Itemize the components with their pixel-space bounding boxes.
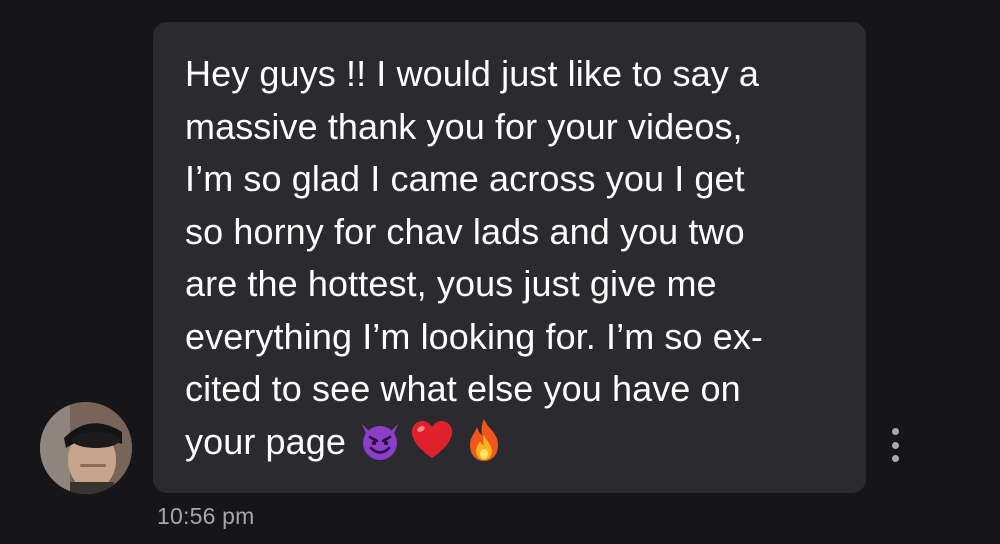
message-line: so horny for chav lads and you two <box>185 210 745 252</box>
message-text: Hey guys !! I would just like to say a m… <box>185 48 836 477</box>
more-vertical-icon <box>891 455 899 462</box>
more-vertical-icon <box>891 441 899 449</box>
avatar[interactable] <box>40 402 132 494</box>
message-line: I’m so glad I came across you I get <box>185 158 745 199</box>
message-line: Hey guys !! I would just like to say a <box>185 53 760 94</box>
smiling-devil-icon <box>358 418 402 477</box>
more-options-button[interactable] <box>884 428 906 462</box>
message-line: are the hottest, yous just give me <box>185 263 717 304</box>
red-heart-icon <box>410 418 454 477</box>
fire-icon <box>462 417 506 478</box>
message-line: cited to see what else you have on <box>185 368 741 409</box>
avatar-photo <box>40 402 132 494</box>
message-line: everything I’m looking for. I’m so ex- <box>185 315 764 357</box>
message-line: your page <box>185 420 347 462</box>
chat-screen: Hey guys !! I would just like to say a m… <box>0 0 1000 544</box>
message-bubble[interactable]: Hey guys !! I would just like to say a m… <box>153 22 866 493</box>
emoji-group <box>358 417 506 478</box>
message-timestamp: 10:56 pm <box>157 503 255 529</box>
more-vertical-icon <box>891 428 899 435</box>
message-line: massive thank you for your videos, <box>185 105 743 147</box>
